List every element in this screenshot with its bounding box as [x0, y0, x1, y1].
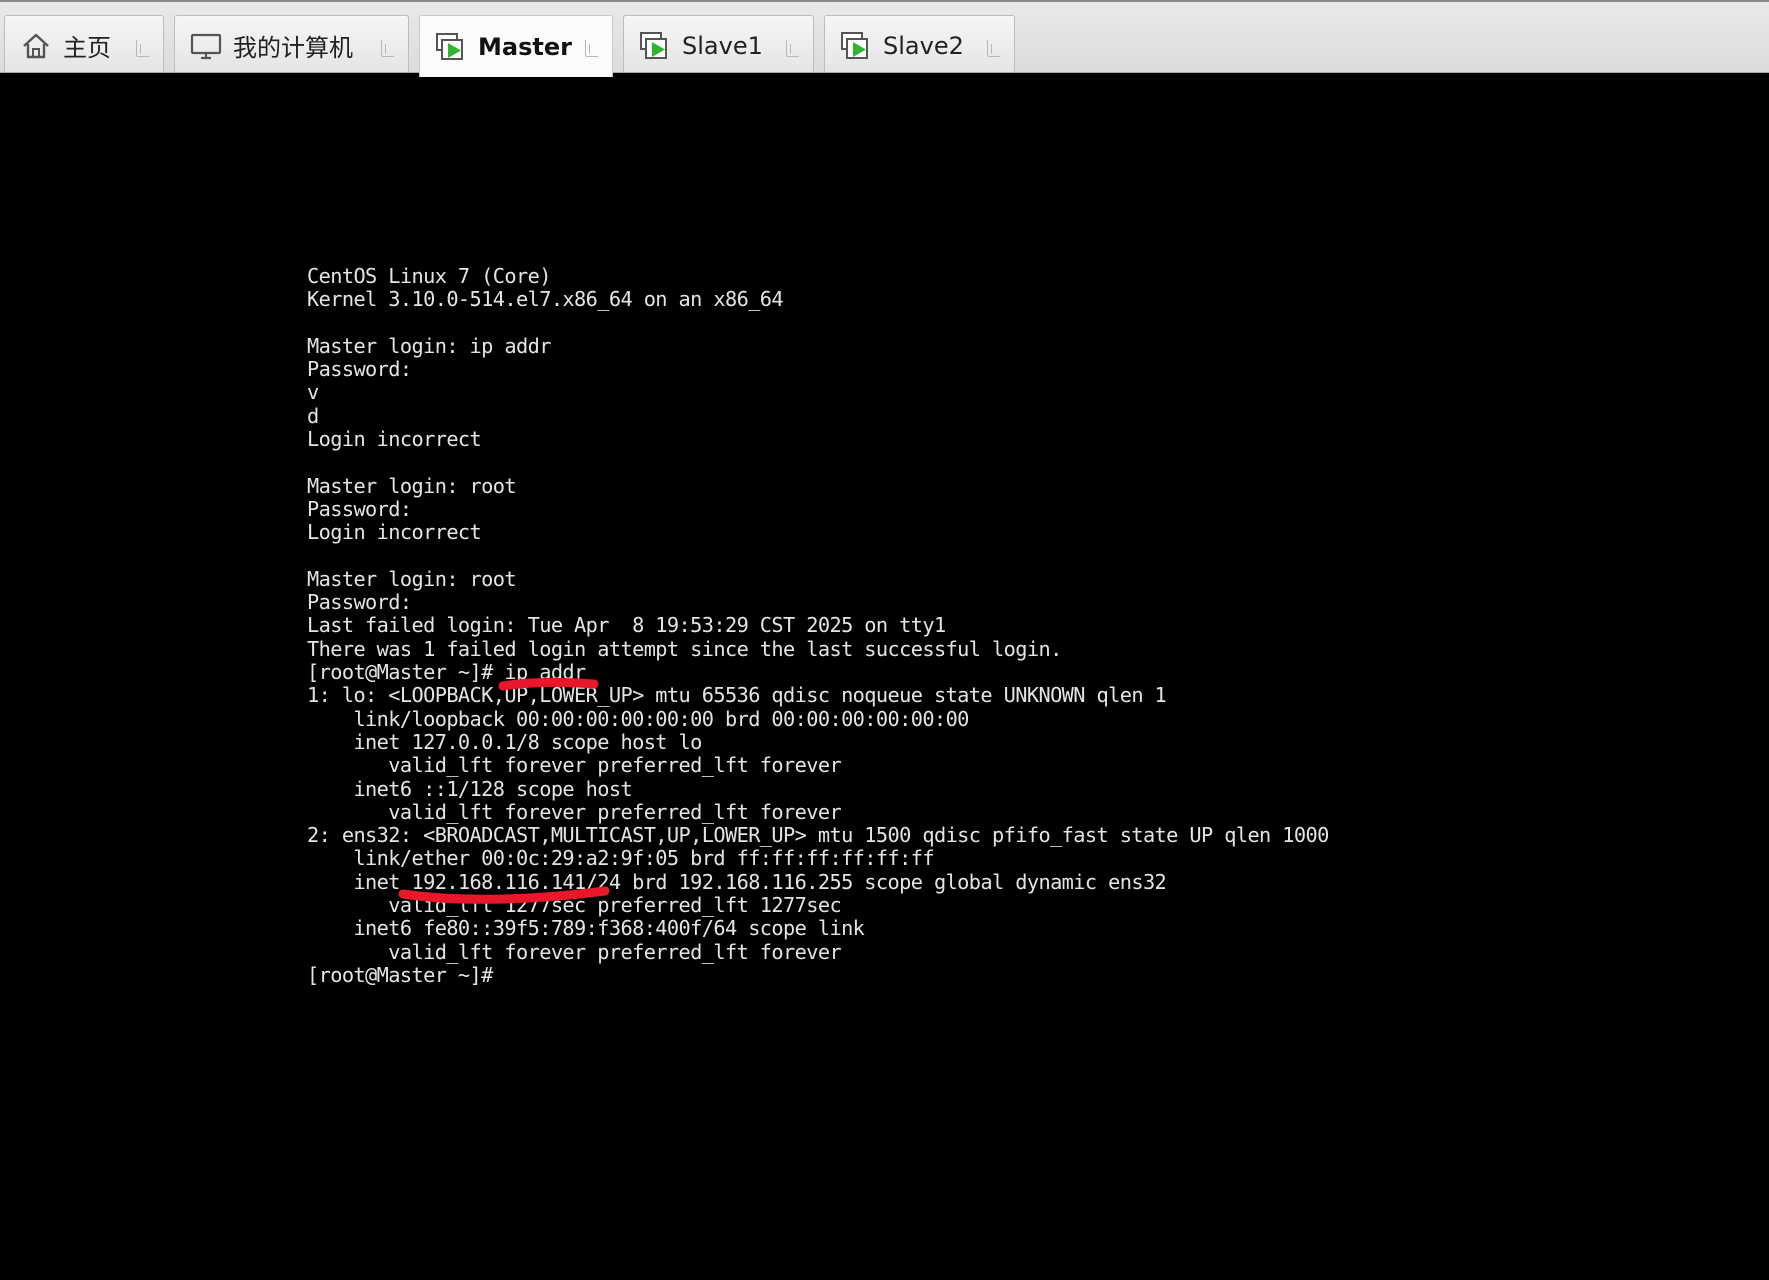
terminal-line: link/loopback 00:00:00:00:00:00 brd 00:0… [307, 706, 969, 731]
terminal-line: Last failed login: Tue Apr 8 19:53:29 CS… [307, 613, 946, 638]
vm-running-icon [436, 32, 463, 60]
tab-master[interactable]: Master [419, 15, 613, 77]
tab-home[interactable]: 主页 [4, 15, 164, 75]
vm-console-screen[interactable]: CentOS Linux 7 (Core) Kernel 3.10.0-514.e… [0, 73, 1769, 1280]
tab-label: Slave2 [883, 31, 964, 60]
vm-running-icon [640, 31, 667, 59]
terminal-line: inet 192.168.116.141/24 brd 192.168.116.… [307, 869, 1167, 894]
terminal-line: Kernel 3.10.0-514.el7.x86_64 on an x86_6… [307, 287, 784, 312]
terminal-line: link/ether 00:0c:29:a2:9f:05 brd ff:ff:f… [307, 846, 934, 871]
terminal-line: There was 1 failed login attempt since t… [307, 636, 1062, 661]
tab-label: 我的计算机 [233, 34, 353, 62]
tab-close-icon[interactable] [381, 40, 394, 57]
terminal-line: CentOS Linux 7 (Core) [307, 264, 551, 288]
tab-slave1[interactable]: Slave1 [623, 15, 814, 75]
tab-close-icon[interactable] [786, 40, 799, 57]
tab-my-computer[interactable]: 我的计算机 [174, 15, 409, 75]
terminal-line: Master login: ip addr [307, 333, 551, 358]
vm-tab-bar: 主页 我的计算机 Master Slave1 Slave2 [0, 0, 1769, 77]
tab-slave2[interactable]: Slave2 [824, 15, 1015, 75]
terminal-line: valid_lft 1277sec preferred_lft 1277sec [307, 893, 842, 918]
terminal-line: inet 127.0.0.1/8 scope host lo [307, 729, 702, 754]
terminal-output: CentOS Linux 7 (Core) Kernel 3.10.0-514.e… [307, 264, 1329, 987]
tab-close-icon[interactable] [585, 40, 598, 57]
terminal-line: inet6 fe80::39f5:789:f368:400f/64 scope … [307, 916, 865, 941]
terminal-line: inet6 ::1/128 scope host [307, 776, 633, 801]
terminal-line: Password: [307, 357, 412, 382]
tab-label: 主页 [63, 34, 111, 62]
terminal-line: 1: lo: <LOOPBACK,UP,LOWER_UP> mtu 65536 … [307, 683, 1167, 708]
terminal-line: Password: [307, 496, 412, 521]
tab-label: Slave1 [682, 31, 763, 60]
terminal-line: 2: ens32: <BROADCAST,MULTICAST,UP,LOWER_… [307, 823, 1329, 848]
terminal-line: Master login: root [307, 473, 517, 498]
computer-icon [190, 33, 222, 59]
vm-running-icon [841, 31, 868, 59]
terminal-line: Login incorrect [307, 520, 482, 545]
terminal-line: d [307, 403, 319, 428]
terminal-line: [root@Master ~]# ip addr [307, 660, 586, 685]
tab-close-icon[interactable] [136, 40, 149, 57]
terminal-line: Password: [307, 590, 412, 615]
terminal-line: v [307, 380, 319, 405]
tab-close-icon[interactable] [987, 40, 1000, 57]
terminal-line: valid_lft forever preferred_lft forever [307, 799, 842, 824]
terminal-line: Master login: root [307, 566, 517, 591]
home-icon [23, 33, 49, 58]
terminal-line: valid_lft forever preferred_lft forever [307, 753, 842, 778]
terminal-line: valid_lft forever preferred_lft forever [307, 939, 842, 964]
terminal-line: [root@Master ~]# [307, 962, 493, 987]
terminal-line: Login incorrect [307, 427, 482, 452]
tab-label: Master [478, 32, 572, 61]
